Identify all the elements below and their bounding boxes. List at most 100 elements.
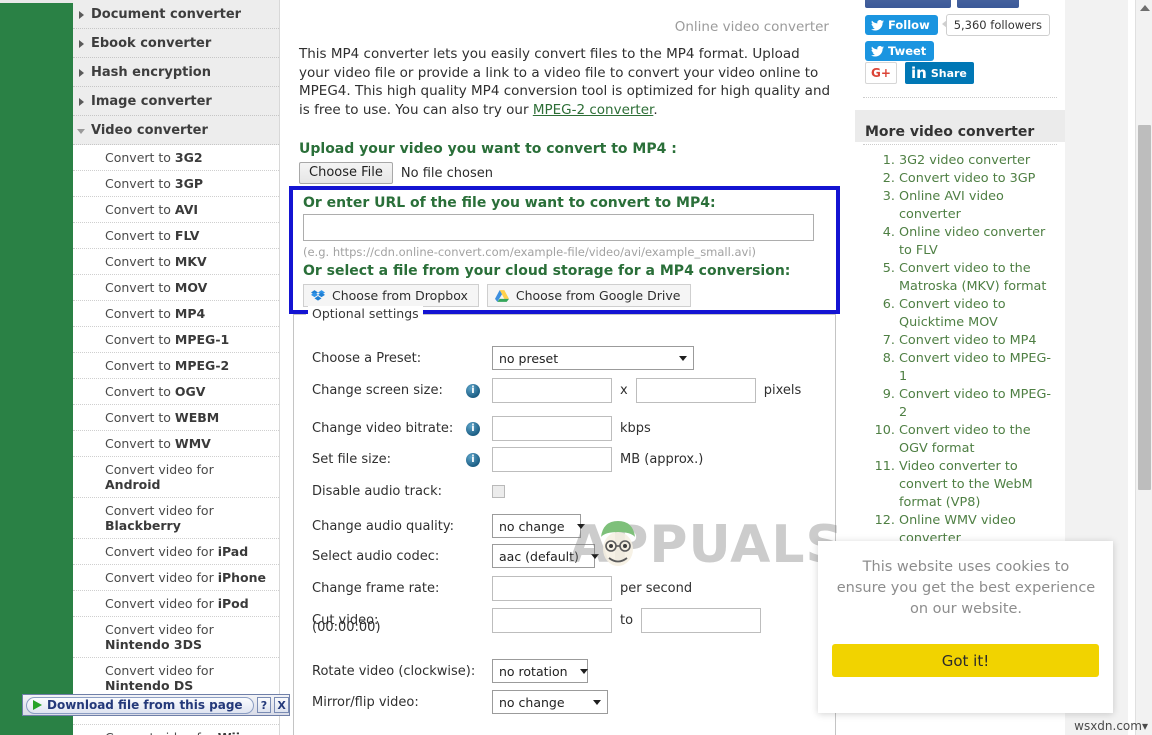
page-vertical-scrollbar[interactable] bbox=[1135, 0, 1152, 735]
settings-select[interactable]: no change bbox=[492, 514, 585, 538]
nav-item[interactable]: Convert to MP4 bbox=[73, 301, 279, 327]
more-converter-list-item[interactable]: Convert video to the Matroska (MKV) form… bbox=[899, 260, 1057, 296]
settings-select[interactable]: no rotation bbox=[492, 659, 588, 683]
info-icon[interactable]: i bbox=[466, 383, 480, 398]
corner-brand-text: wsxdn.com bbox=[1074, 719, 1142, 733]
more-converter-link[interactable]: Convert video to the Matroska (MKV) form… bbox=[899, 261, 1046, 294]
nav-group-image-converter[interactable]: Image converter bbox=[73, 87, 279, 116]
settings-text-input[interactable] bbox=[492, 447, 612, 472]
choose-from-dropbox-button[interactable]: Choose from Dropbox bbox=[303, 284, 479, 307]
mpeg2-converter-link[interactable]: MPEG-2 converter bbox=[533, 102, 654, 118]
settings-text-input-second[interactable] bbox=[635, 378, 756, 403]
download-close-button[interactable]: X bbox=[274, 697, 289, 713]
more-converter-link[interactable]: Online video converter to FLV bbox=[899, 225, 1045, 258]
nav-item-format: Nintendo 3DS bbox=[105, 637, 202, 652]
scroll-up-arrow-icon[interactable] bbox=[1140, 5, 1150, 11]
choose-from-google-drive-button[interactable]: Choose from Google Drive bbox=[486, 284, 692, 307]
more-converter-list-item[interactable]: Video converter to convert to the WebM f… bbox=[899, 458, 1057, 512]
settings-unit-label: kbps bbox=[620, 421, 651, 436]
settings-text-input-first[interactable] bbox=[492, 378, 612, 403]
nav-item-prefix: Convert video for bbox=[105, 622, 214, 637]
more-converter-link[interactable]: Convert video to MPEG-2 bbox=[899, 387, 1051, 420]
settings-text-input[interactable] bbox=[492, 576, 612, 601]
info-icon[interactable]: i bbox=[466, 421, 480, 436]
settings-select[interactable]: aac (default) bbox=[492, 544, 599, 568]
twitter-follow-button[interactable]: Follow bbox=[865, 15, 938, 35]
settings-select[interactable]: no preset bbox=[492, 346, 694, 370]
optional-settings-fieldset: Optional settings Choose a Preset: no pre… bbox=[293, 306, 836, 735]
more-converter-list-item[interactable]: Convert video to MP4 bbox=[899, 332, 1057, 350]
more-converter-link[interactable]: Convert video to MPEG-1 bbox=[899, 351, 1051, 384]
settings-text-input[interactable] bbox=[492, 416, 612, 441]
chevron-down-icon bbox=[593, 699, 601, 705]
more-converter-link[interactable]: Video converter to convert to the WebM f… bbox=[899, 459, 1033, 510]
scrollbar-thumb[interactable] bbox=[1138, 125, 1151, 490]
nav-group-hash-encryption[interactable]: Hash encryption bbox=[73, 58, 279, 87]
nav-item[interactable]: Convert to WMV bbox=[73, 431, 279, 457]
nav-item[interactable]: Convert to MPEG-2 bbox=[73, 353, 279, 379]
facebook-like-button[interactable] bbox=[865, 0, 951, 8]
nav-item[interactable]: Convert video for Nintendo DS bbox=[73, 658, 279, 699]
facebook-buttons-row-cutoff[interactable] bbox=[865, 0, 1019, 8]
twitter-followers-count[interactable]: 5,360 followers bbox=[941, 14, 1050, 36]
download-file-label: Download file from this page bbox=[47, 698, 243, 712]
more-converter-link[interactable]: Online AVI video converter bbox=[899, 189, 1004, 222]
choose-file-button[interactable]: Choose File bbox=[299, 162, 393, 184]
more-converter-link[interactable]: Convert video to 3GP bbox=[899, 171, 1035, 186]
facebook-share-button[interactable] bbox=[957, 0, 1019, 8]
nav-item[interactable]: Convert video for iPad bbox=[73, 539, 279, 565]
nav-item[interactable]: Convert video for Blackberry bbox=[73, 498, 279, 539]
more-converter-list-item[interactable]: Convert video to Quicktime MOV bbox=[899, 296, 1057, 332]
settings-text-input-second[interactable] bbox=[641, 608, 762, 633]
nav-group-document-converter[interactable]: Document converter bbox=[73, 0, 279, 29]
settings-select-value: no change bbox=[499, 694, 565, 710]
more-converter-list-item[interactable]: Convert video to the OGV format bbox=[899, 422, 1057, 458]
nav-item[interactable]: Convert to 3G2 bbox=[73, 145, 279, 171]
no-file-chosen-label: No file chosen bbox=[400, 165, 493, 181]
nav-item[interactable]: Convert to 3GP bbox=[73, 171, 279, 197]
more-converter-list-item[interactable]: Convert video to 3GP bbox=[899, 170, 1057, 188]
nav-item[interactable]: Convert to AVI bbox=[73, 197, 279, 223]
nav-item[interactable]: Convert to MPEG-1 bbox=[73, 327, 279, 353]
nav-item-format: iPad bbox=[217, 544, 249, 559]
nav-item[interactable]: Convert video for iPhone bbox=[73, 565, 279, 591]
more-converter-link[interactable]: Convert video to Quicktime MOV bbox=[899, 297, 1006, 330]
more-converter-link[interactable]: 3G2 video converter bbox=[899, 153, 1030, 168]
disable-audio-track-checkbox[interactable] bbox=[492, 485, 505, 498]
nav-group-label: Video converter bbox=[91, 123, 208, 138]
cookie-accept-button[interactable]: Got it! bbox=[832, 644, 1099, 677]
nav-item[interactable]: Convert video for Android bbox=[73, 457, 279, 498]
nav-item[interactable]: Convert to FLV bbox=[73, 223, 279, 249]
more-converter-list-item[interactable]: Convert video to MPEG-2 bbox=[899, 386, 1057, 422]
twitter-tweet-button[interactable]: Tweet bbox=[865, 41, 935, 61]
more-converter-link[interactable]: Convert video to MP4 bbox=[899, 333, 1037, 348]
nav-item[interactable]: Convert to WEBM bbox=[73, 405, 279, 431]
info-icon[interactable]: i bbox=[466, 452, 480, 467]
settings-select[interactable]: no change bbox=[492, 690, 608, 714]
page-kicker: Online video converter bbox=[674, 19, 829, 35]
nav-item[interactable]: Convert to MOV bbox=[73, 275, 279, 301]
nav-item-format: Android bbox=[105, 477, 161, 492]
more-converter-list-item[interactable]: Online AVI video converter bbox=[899, 188, 1057, 224]
google-plus-button[interactable]: G+ bbox=[865, 62, 897, 84]
settings-text-input-first[interactable] bbox=[492, 608, 612, 633]
nav-item[interactable]: Convert to MKV bbox=[73, 249, 279, 275]
url-input[interactable] bbox=[303, 214, 814, 241]
nav-item[interactable]: Convert video for Wii bbox=[73, 725, 279, 735]
download-help-button[interactable]: ? bbox=[256, 697, 272, 713]
more-converter-list-item[interactable]: 3G2 video converter bbox=[899, 152, 1057, 170]
more-converter-list-item[interactable]: Online video converter to FLV bbox=[899, 224, 1057, 260]
linkedin-share-button[interactable]: in Share bbox=[905, 62, 974, 84]
nav-item[interactable]: Convert video for iPod bbox=[73, 591, 279, 617]
download-file-button[interactable]: Download file from this page bbox=[26, 696, 254, 714]
nav-item-prefix: Convert video for bbox=[105, 663, 214, 678]
nav-item[interactable]: Convert video for Nintendo 3DS bbox=[73, 617, 279, 658]
nav-group-video-converter[interactable]: Video converter bbox=[73, 116, 279, 145]
gdrive-button-label: Choose from Google Drive bbox=[515, 288, 681, 303]
settings-row-label: Disable audio track: bbox=[312, 484, 442, 499]
more-converter-link[interactable]: Convert video to the OGV format bbox=[899, 423, 1031, 456]
url-heading: Or enter URL of the file you want to con… bbox=[303, 195, 716, 211]
nav-item[interactable]: Convert to OGV bbox=[73, 379, 279, 405]
more-converter-list-item[interactable]: Convert video to MPEG-1 bbox=[899, 350, 1057, 386]
nav-group-ebook-converter[interactable]: Ebook converter bbox=[73, 29, 279, 58]
